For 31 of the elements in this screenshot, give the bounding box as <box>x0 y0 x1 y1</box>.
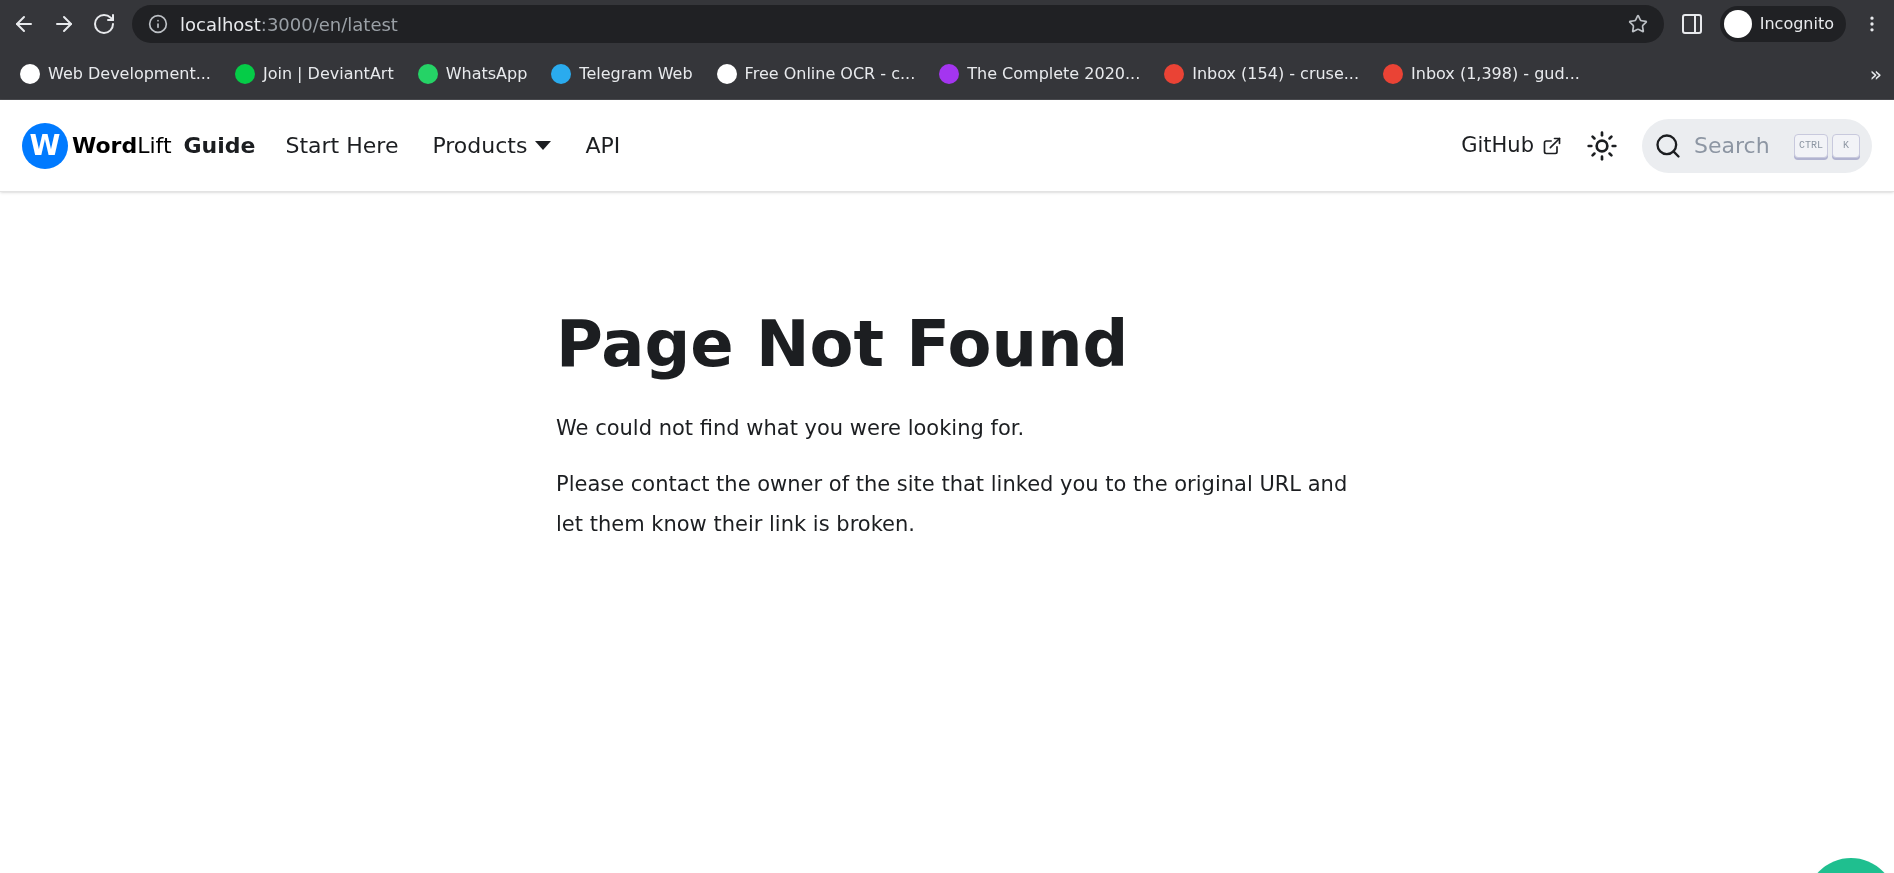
bookmark[interactable]: Free Online OCR - c... <box>708 57 924 90</box>
more-bookmarks-button[interactable]: » <box>1869 58 1882 89</box>
paragraph: We could not find what you were looking for. <box>556 415 1026 442</box>
bookmark[interactable]: The Complete 2020... <box>931 57 1149 90</box>
reload-icon[interactable] <box>92 12 116 36</box>
star-icon[interactable] <box>1627 14 1648 34</box>
side-panel-icon[interactable] <box>1679 12 1704 36</box>
nav-link[interactable]: Products <box>432 129 552 162</box>
url-text: localhost:3000/en/latest <box>180 12 399 37</box>
caret-icon <box>535 141 552 150</box>
guide-title[interactable]: Guide <box>183 129 256 162</box>
brand-name[interactable]: WordLift <box>72 129 172 162</box>
external-link-icon <box>1542 135 1562 156</box>
search-icon <box>1654 131 1682 160</box>
bookmark[interactable]: WhatsApp <box>409 57 536 90</box>
github-link[interactable]: GitHub <box>1461 129 1562 162</box>
bookmark[interactable]: Inbox (154) - cruse... <box>1156 57 1368 90</box>
nav-link[interactable]: API <box>585 129 621 162</box>
keyboard-key: K <box>1832 133 1860 158</box>
info-icon <box>148 14 168 34</box>
profile-chip[interactable]: Incognito <box>1719 6 1846 42</box>
bookmark[interactable]: Inbox (1,398) - gud... <box>1375 57 1588 90</box>
bookmark[interactable]: Telegram Web <box>543 57 701 90</box>
nav-link[interactable]: Start Here <box>285 129 399 162</box>
bookmark[interactable]: Join | DeviantArt <box>226 57 402 90</box>
page-title: Page Not Found <box>556 306 1130 383</box>
keyboard-key: CTRL <box>1794 133 1828 158</box>
address-bar[interactable]: localhost:3000/en/latest <box>132 5 1664 43</box>
theme-toggle-icon[interactable] <box>1586 129 1618 162</box>
paragraph: Please contact the owner of the site that linked you to the original URL and let them know their link is broken. <box>556 471 1349 538</box>
bookmark[interactable]: Web Development... <box>12 57 219 90</box>
